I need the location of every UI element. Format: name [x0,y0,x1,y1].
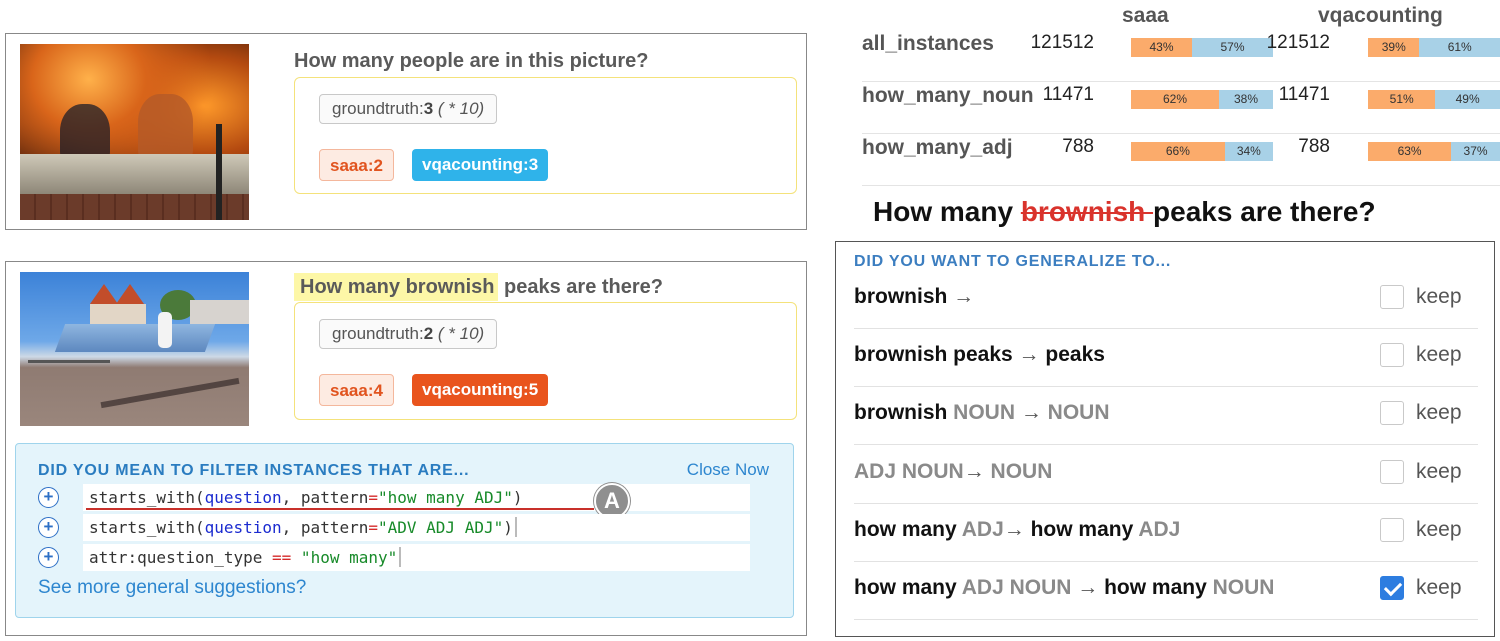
stats-row-name: how_many_noun [862,84,1034,107]
arrow-right-icon: → [1018,343,1040,366]
accuracy-bar[interactable]: 39% 61% [1368,38,1500,57]
stats-row-name: all_instances [862,32,994,55]
accuracy-bar[interactable]: 43% 57% [1131,38,1273,57]
keep-checkbox[interactable] [1380,518,1404,542]
suggestion-title: DID YOU MEAN TO FILTER INSTANCES THAT AR… [38,462,470,479]
example-photo-skatepark [20,272,249,426]
generalize-row: brownish peaks → peaks keep [854,329,1478,387]
incorrect-segment: 39% [1368,38,1420,57]
generalize-rule: how many ADJ NOUN → how many NOUN [854,576,1275,599]
suggestion-code[interactable]: starts_with(question, pattern="ADV ADJ A… [83,514,750,541]
keep-label[interactable]: keep [1416,401,1462,425]
arrow-right-icon: → [1003,518,1025,541]
incorrect-segment: 62% [1131,90,1220,109]
question-text: How many brownish peaks are there? [294,273,663,301]
see-more-suggestions-link[interactable]: See more general suggestions? [38,577,306,599]
groundtruth-chip: groundtruth:3 ( * 10) [319,94,498,124]
correct-segment: 49% [1435,90,1500,109]
incorrect-segment: 43% [1131,38,1193,57]
keep-label[interactable]: keep [1416,576,1462,600]
keep-checkbox[interactable] [1380,401,1404,425]
keep-label[interactable]: keep [1416,285,1462,309]
keep-checkbox[interactable] [1380,285,1404,309]
accuracy-bar[interactable]: 63% 37% [1368,142,1500,161]
example-card-1: How many people are in this picture? gro… [5,33,807,230]
accuracy-bar[interactable]: 62% 38% [1131,90,1273,109]
rewrite-heading: How many brownish peaks are there? [873,196,1376,227]
model-header-saaa: saaa [1122,4,1169,27]
answer-box: groundtruth:2 ( * 10) saaa:4 vqacounting… [294,302,797,420]
generalize-row: how many ADJ NOUN → how many NOUN keep [854,562,1478,620]
example-card-2: How many brownish peaks are there? groun… [5,261,807,636]
generalize-panel: DID YOU WANT TO GENERALIZE TO... brownis… [835,241,1495,637]
arrow-right-icon: → [953,285,975,308]
correct-segment: 61% [1419,38,1500,57]
generalize-row: ADJ NOUN→ NOUN keep [854,446,1478,504]
model-vqacounting-prediction[interactable]: vqacounting:3 [412,149,549,181]
model-saaa-prediction[interactable]: saaa:4 [319,374,394,406]
model-saaa-prediction[interactable]: saaa:2 [319,149,394,181]
keep-checkbox[interactable] [1380,576,1404,600]
accuracy-bar[interactable]: 66% 34% [1131,142,1273,161]
add-plus-icon[interactable]: + [38,517,59,538]
incorrect-segment: 63% [1368,142,1452,161]
add-plus-icon[interactable]: + [38,487,59,508]
keep-label[interactable]: keep [1416,343,1462,367]
instance-count: 788 [1062,136,1094,157]
selection-underline [86,508,594,510]
suggestion-code[interactable]: attr:question_type == "how many" [83,544,750,571]
suggestion-code[interactable]: starts_with(question, pattern="how many … [83,484,750,511]
instance-count: 788 [1298,136,1330,157]
keep-label[interactable]: keep [1416,518,1462,542]
model-vqacounting-prediction[interactable]: vqacounting:5 [412,374,549,406]
instance-count: 121512 [1030,32,1094,53]
keep-checkbox[interactable] [1380,343,1404,367]
generalize-rule: brownish peaks → peaks [854,343,1105,366]
generalize-rule: how many ADJ→ how many ADJ [854,518,1181,541]
generalize-rule: ADJ NOUN→ NOUN [854,460,1053,483]
filter-suggestion-panel: DID YOU MEAN TO FILTER INSTANCES THAT AR… [15,443,794,618]
add-plus-icon[interactable]: + [38,547,59,568]
correct-segment: 57% [1192,38,1273,57]
answer-box: groundtruth:3 ( * 10) saaa:2 vqacounting… [294,77,797,194]
question-highlight[interactable]: How many brownish [294,273,499,301]
keep-label[interactable]: keep [1416,460,1462,484]
instance-count: 121512 [1266,32,1330,53]
instance-count: 11471 [1042,84,1094,105]
close-now-link[interactable]: Close Now [687,460,769,480]
correct-segment: 37% [1451,142,1500,161]
instance-count: 11471 [1278,84,1330,105]
model-header-vqacounting: vqacounting [1318,4,1443,27]
generalize-row: brownish → keep [854,271,1478,329]
incorrect-segment: 66% [1131,142,1225,161]
stats-row-name: how_many_adj [862,136,1013,159]
example-photo-kitchen [20,44,249,220]
generalize-row: brownish NOUN → NOUN keep [854,387,1478,445]
arrow-right-icon: → [963,460,985,483]
accuracy-bar[interactable]: 51% 49% [1368,90,1500,109]
arrow-right-icon: → [1020,401,1042,424]
generalize-rule: brownish NOUN → NOUN [854,401,1110,424]
groundtruth-chip: groundtruth:2 ( * 10) [319,319,498,349]
question-text: How many people are in this picture? [294,50,649,72]
generalize-title: DID YOU WANT TO GENERALIZE TO... [854,253,1172,270]
arrow-right-icon: → [1077,576,1099,599]
removed-word: brownish [1020,196,1154,227]
generalize-rule: brownish → [854,285,975,308]
generalize-row: how many ADJ→ how many ADJ keep [854,504,1478,562]
incorrect-segment: 51% [1368,90,1436,109]
keep-checkbox[interactable] [1380,460,1404,484]
